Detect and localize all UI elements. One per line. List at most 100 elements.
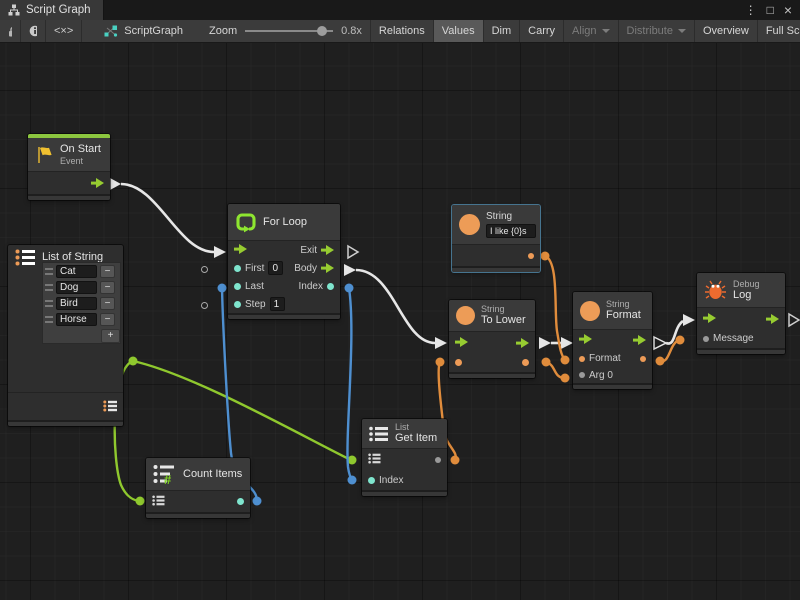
maximize-icon[interactable]: □ — [767, 0, 774, 20]
graph-selector[interactable]: ScriptGraph — [96, 20, 191, 42]
toolbar-button-fullscreen[interactable]: Full Screen — [758, 20, 800, 42]
loop-icon — [235, 211, 257, 233]
string-type-icon — [459, 214, 480, 235]
first-value-field[interactable] — [268, 261, 283, 275]
control-out-port[interactable] — [633, 335, 646, 345]
string-value-field[interactable] — [486, 224, 536, 238]
node-footer — [228, 313, 340, 319]
node-get-item[interactable]: List Get Item Index — [362, 419, 447, 496]
exit-out-port[interactable] — [321, 245, 334, 255]
format-in-port[interactable] — [579, 356, 585, 362]
list-icon — [369, 426, 389, 442]
list-in-port[interactable] — [368, 451, 381, 469]
toolbar-button-overview[interactable]: Overview — [695, 20, 758, 42]
info-button[interactable] — [21, 20, 46, 42]
port-forloop-exit-unconnected[interactable] — [348, 246, 358, 258]
code-view-button[interactable]: <×> — [46, 20, 82, 42]
arg0-in-port[interactable] — [579, 372, 585, 378]
string-out-port[interactable] — [522, 359, 529, 366]
last-in-port[interactable] — [234, 283, 241, 290]
message-in-port[interactable] — [703, 336, 709, 342]
graph-name: ScriptGraph — [124, 25, 183, 37]
step-in-port[interactable] — [234, 301, 241, 308]
node-list-of-string[interactable]: List of String − − − − — [8, 245, 123, 426]
zoom-slider[interactable] — [245, 30, 333, 32]
remove-item-button[interactable]: − — [100, 297, 115, 310]
add-item-button[interactable]: + — [101, 329, 120, 343]
control-in-port[interactable] — [234, 241, 247, 259]
wire-list-to-getitem[interactable] — [133, 361, 351, 460]
drag-handle-icon[interactable] — [45, 316, 53, 323]
control-out-port[interactable] — [91, 178, 104, 188]
tab-script-graph[interactable]: Script Graph — [0, 0, 104, 20]
node-string-literal[interactable]: String — [452, 205, 540, 272]
list-editor: − − − − + — [42, 262, 121, 344]
control-out-port[interactable] — [516, 338, 529, 348]
toolbar-button-values[interactable]: Values — [434, 20, 484, 42]
item-out-port[interactable] — [435, 457, 441, 463]
toolbar-button-carry[interactable]: Carry — [520, 20, 564, 42]
toolbar-button-relations[interactable]: Relations — [371, 20, 434, 42]
wire-tolower-to-format-arg0[interactable] — [546, 362, 563, 378]
window-controls: ⋮ □ × — [745, 0, 800, 20]
node-count-items[interactable]: # Count Items — [146, 458, 250, 518]
node-format[interactable]: String Format Format Arg 0 — [573, 292, 652, 389]
first-in-port[interactable] — [234, 265, 241, 272]
toolbar-button-align[interactable]: Align — [564, 20, 618, 42]
chevron-down-icon — [602, 29, 610, 33]
count-out-port[interactable] — [237, 498, 244, 505]
close-icon[interactable]: × — [784, 0, 792, 20]
drag-handle-icon[interactable] — [45, 284, 53, 291]
index-in-port[interactable] — [368, 477, 375, 484]
zoom-value: 0.8x — [341, 25, 362, 37]
wire-forloop-body-to-tolower[interactable] — [356, 270, 435, 343]
list-item-field[interactable] — [56, 297, 97, 310]
wire-forloop-index-to-getitem[interactable] — [347, 288, 352, 480]
index-out-port[interactable] — [327, 283, 334, 290]
drag-handle-icon[interactable] — [45, 268, 53, 275]
node-footer — [146, 512, 250, 518]
toolbar-button-distribute[interactable]: Distribute — [619, 20, 695, 42]
menu-icon[interactable]: ⋮ — [745, 0, 757, 20]
list-item-field[interactable] — [56, 281, 97, 294]
step-value-field[interactable] — [270, 297, 285, 311]
control-in-port[interactable] — [703, 310, 716, 328]
wire-stringliteral-to-format[interactable] — [545, 256, 565, 360]
remove-item-button[interactable]: − — [100, 313, 115, 326]
toolbar-button-dim[interactable]: Dim — [484, 20, 521, 42]
string-out-port[interactable] — [528, 253, 534, 259]
wire-format-to-debuglog-message[interactable] — [660, 340, 679, 361]
node-title: Format — [606, 309, 641, 322]
node-footer — [362, 490, 447, 496]
wire-format-to-debuglog[interactable] — [666, 321, 683, 344]
remove-item-button[interactable]: − — [100, 281, 115, 294]
list-item-field[interactable] — [56, 313, 97, 326]
control-in-port[interactable] — [579, 331, 592, 349]
port-label-last: Last — [245, 281, 264, 292]
node-to-lower[interactable]: String To Lower — [449, 300, 535, 378]
list-item-row: − — [45, 281, 118, 294]
node-on-start[interactable]: On Start Event — [28, 134, 110, 200]
zoom-slider-handle[interactable] — [317, 26, 327, 36]
wire-onstart-to-forloop[interactable] — [98, 184, 214, 252]
node-debug-log[interactable]: Debug Log Message — [697, 273, 785, 354]
list-item-field[interactable] — [56, 265, 97, 278]
graph-canvas[interactable]: On Start Event List of String − — [0, 43, 800, 600]
port-forloop-first-unconnected[interactable] — [201, 266, 208, 273]
control-out-port[interactable] — [766, 314, 779, 324]
string-in-port[interactable] — [455, 359, 462, 366]
list-out-port[interactable] — [103, 400, 117, 412]
port-forloop-step-unconnected[interactable] — [201, 302, 208, 309]
remove-item-button[interactable]: − — [100, 265, 115, 278]
count-items-icon: # — [153, 464, 177, 485]
node-for-loop[interactable]: For Loop Exit First Body Last Index — [228, 204, 340, 319]
lock-button[interactable] — [0, 20, 21, 42]
control-in-port[interactable] — [455, 334, 468, 352]
lock-icon — [8, 26, 12, 37]
node-type-label: Debug — [733, 279, 760, 289]
result-out-port[interactable] — [640, 356, 646, 362]
body-out-port[interactable] — [321, 263, 334, 273]
drag-handle-icon[interactable] — [45, 300, 53, 307]
list-in-port[interactable] — [152, 493, 165, 511]
port-debuglog-exit-unconnected[interactable] — [789, 314, 799, 326]
